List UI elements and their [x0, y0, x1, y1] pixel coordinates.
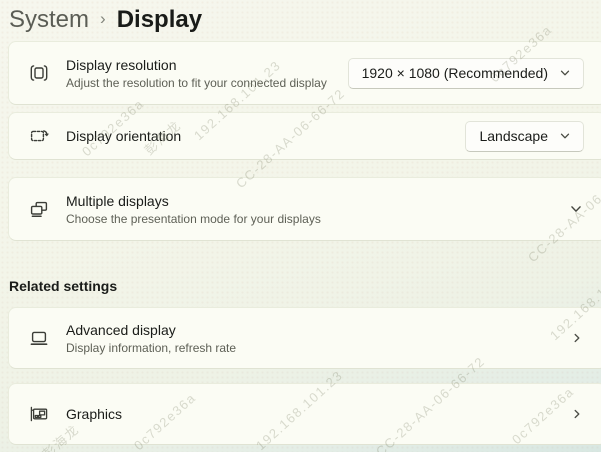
setting-text-block: Display orientation	[66, 127, 453, 145]
setting-card-advanced-display[interactable]: Advanced display Display information, re…	[8, 307, 601, 369]
setting-title: Multiple displays	[66, 192, 169, 209]
resolution-brackets-icon	[29, 63, 49, 83]
chevron-down-icon	[559, 67, 571, 79]
screen-rotate-icon	[29, 126, 49, 146]
breadcrumb-system-link[interactable]: System	[9, 3, 89, 37]
setting-subtitle: Adjust the resolution to fit your connec…	[66, 75, 327, 90]
setting-text-block: Display resolution Adjust the resolution…	[66, 56, 336, 91]
setting-title: Display orientation	[66, 128, 182, 144]
setting-card-multiple-displays[interactable]: Multiple displays Choose the presentatio…	[8, 177, 601, 241]
settings-window: System › Display Display resolution Adju…	[0, 0, 601, 452]
setting-title: Graphics	[66, 406, 123, 422]
setting-title: Display resolution	[66, 56, 177, 73]
setting-text-block: Advanced display Display information, re…	[66, 321, 571, 356]
chevron-down-icon	[559, 130, 571, 142]
chevron-right-icon	[571, 332, 583, 344]
related-settings-heading: Related settings	[9, 278, 118, 294]
setting-subtitle: Display information, refresh rate	[66, 340, 237, 355]
resolution-dropdown[interactable]: 1920 × 1080 (Recommended)	[347, 57, 584, 89]
dual-monitors-icon	[29, 199, 49, 219]
page-title: Display	[116, 6, 203, 33]
setting-title: Advanced display	[66, 321, 176, 338]
dropdown-selected-value: Landscape	[479, 127, 548, 144]
breadcrumb: System › Display	[9, 2, 202, 38]
dropdown-selected-value: 1920 × 1080 (Recommended)	[361, 64, 548, 81]
gpu-card-icon	[29, 404, 49, 424]
chevron-right-icon	[571, 408, 583, 420]
setting-text-block: Graphics	[66, 405, 571, 423]
monitor-icon	[29, 328, 49, 348]
setting-text-block: Multiple displays Choose the presentatio…	[66, 192, 569, 227]
setting-card-graphics[interactable]: Graphics	[8, 383, 601, 445]
setting-subtitle: Choose the presentation mode for your di…	[66, 211, 321, 226]
setting-card-display-resolution: Display resolution Adjust the resolution…	[8, 41, 601, 105]
setting-card-display-orientation: Display orientation Landscape	[8, 112, 601, 160]
orientation-dropdown[interactable]: Landscape	[465, 120, 584, 152]
breadcrumb-chevron-icon: ›	[100, 9, 106, 28]
chevron-down-icon[interactable]	[569, 202, 583, 216]
settings-list: Display resolution Adjust the resolution…	[8, 41, 601, 445]
